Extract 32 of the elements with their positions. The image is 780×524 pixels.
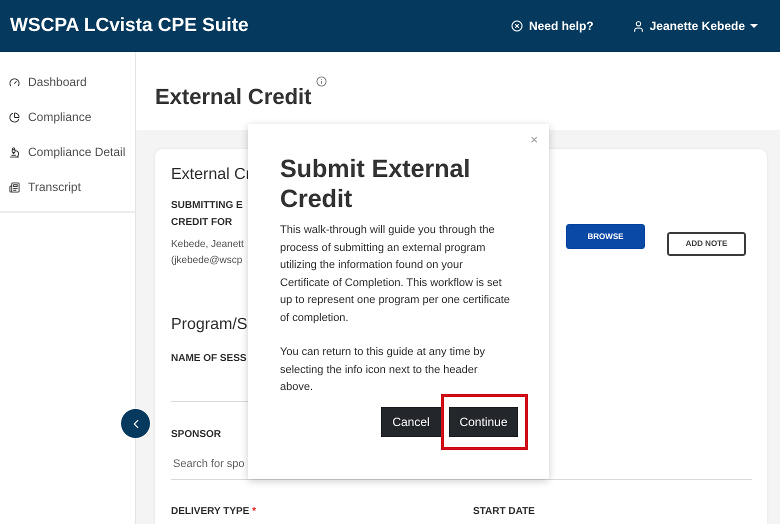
modal-text: You can return to this guide at any time by selecting the info icon next to the header above. [280,345,486,395]
collapse-button[interactable] [121,409,150,438]
sidebar-item[interactable]: Compliance [0,107,135,127]
pie-chart-icon [9,112,20,122]
field-label: NAME OF SESS [171,352,247,366]
gauge-icon [9,76,20,88]
info-icon[interactable] [316,76,326,87]
modal-text: This walk-through will guide you through the process of submitting an external program utilizing the information found on your Certificate of Completion. This workflow is set up to represent one program per one certificate of completion. [280,223,511,326]
field-label: CREDIT FOR [171,216,232,230]
section-title: Program/S [171,315,248,335]
field-value: Kebede, Jeanett [171,238,244,252]
cancel-button[interactable]: Cancel [381,406,441,436]
add-note-button[interactable]: ADD NOTE [667,232,746,256]
field-label: DELIVERY TYPE * [171,504,258,518]
app-title: WSCPA LCvista CPE Suite [10,14,249,38]
sidebar-item[interactable]: Dashboard [0,72,135,92]
help-icon [510,20,523,32]
user-menu[interactable]: Jeanette Kebede [632,17,758,35]
sidebar-item[interactable]: Compliance Detail [0,142,135,162]
modal-title: Submit External Credit [280,154,472,214]
page-title: External Credit [155,83,312,111]
field-label: START DATE [473,504,535,518]
field-value: (jkebede@wscp [171,254,242,268]
sidebar-item[interactable]: Transcript [0,177,135,197]
microscope-icon [9,146,20,158]
caret-icon [750,24,758,28]
field-label: SUBMITTING E [171,199,243,213]
user-icon [632,20,645,32]
continue-button[interactable]: Continue [449,406,518,436]
browse-button[interactable]: BROWSE [566,224,645,249]
help-link[interactable]: Need help? [510,17,594,35]
field-label: SPONSOR [171,428,222,442]
